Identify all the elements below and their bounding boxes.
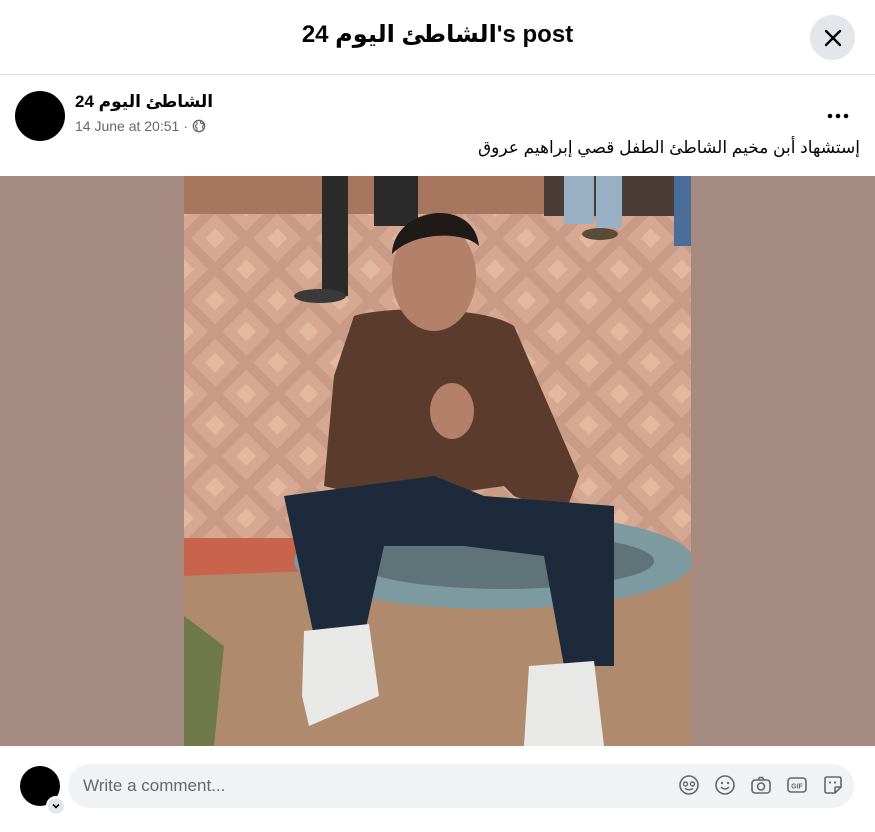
close-button[interactable] <box>810 15 855 60</box>
post-photo[interactable] <box>184 176 691 746</box>
profile-switch-button[interactable] <box>46 796 66 816</box>
post-author[interactable]: الشاطئ اليوم 24 <box>75 92 213 112</box>
more-options-button[interactable] <box>822 100 854 132</box>
comment-bar: Write a comment... GIF <box>0 746 875 832</box>
post-text: إستشهاد أبن مخيم الشاطئ الطفل قصي إبراهي… <box>477 138 860 157</box>
meta-separator: · <box>183 118 188 134</box>
post-meta: 14 June at 20:51 · <box>75 118 206 134</box>
dialog-title: الشاطئ اليوم 24's post <box>301 21 574 48</box>
gif-icon[interactable]: GIF <box>786 774 808 796</box>
avatar-sticker-icon[interactable] <box>678 774 700 796</box>
more-icon <box>827 113 849 119</box>
comment-tools: GIF <box>678 774 844 796</box>
comment-input[interactable]: Write a comment... GIF <box>68 764 854 808</box>
emoji-icon[interactable] <box>714 774 736 796</box>
chevron-down-icon <box>52 803 60 809</box>
photo-illustration <box>184 176 691 746</box>
post-timestamp[interactable]: 14 June at 20:51 <box>75 118 179 134</box>
comment-placeholder: Write a comment... <box>83 776 226 795</box>
sticker-icon[interactable] <box>822 774 844 796</box>
close-icon <box>824 29 841 46</box>
photo-viewer <box>0 176 875 746</box>
dialog-header: الشاطئ اليوم 24's post <box>0 0 875 75</box>
post-header: الشاطئ اليوم 24 14 June at 20:51 · إستشه… <box>0 76 875 176</box>
camera-icon[interactable] <box>750 774 772 796</box>
page-avatar[interactable] <box>15 91 65 141</box>
svg-text:GIF: GIF <box>791 784 803 791</box>
globe-icon[interactable] <box>192 119 206 133</box>
